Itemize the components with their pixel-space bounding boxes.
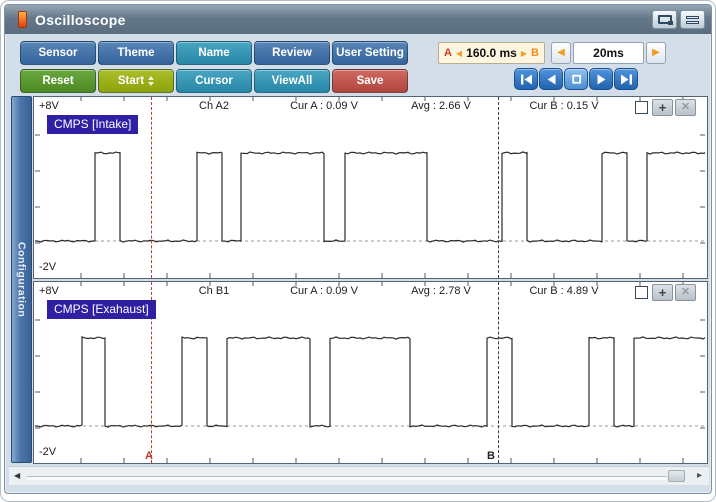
arrow-left-icon: ◀ — [455, 48, 463, 58]
sensor-badge: CMPS [Exahaust] — [47, 300, 156, 319]
cursor-a-readout: Cur A : 0.09 V — [290, 285, 358, 297]
close-channel-button[interactable]: ✕ — [675, 284, 696, 301]
cursor-b-line[interactable] — [498, 282, 499, 463]
title-bar: Oscilloscope — [5, 5, 711, 34]
scrollbar-thumb[interactable] — [668, 470, 685, 482]
sidebar-label: Configuration — [15, 241, 28, 318]
cursor-b-readout: Cur B : 4.89 V — [529, 285, 599, 297]
user-setting-button[interactable]: User Setting — [332, 41, 408, 65]
oscilloscope-window: Oscilloscope Sensor Theme Name Review Us… — [4, 4, 712, 494]
timebase-value: 20ms — [573, 42, 644, 64]
scroll-grip-icon[interactable]: ▸ — [697, 470, 702, 481]
stop-icon — [571, 74, 581, 84]
stop-button[interactable] — [564, 68, 588, 90]
timebase-decrease-button[interactable]: ◀ — [551, 42, 571, 64]
stacked-panels-icon — [686, 15, 699, 24]
vmax-label: +8V — [39, 100, 59, 112]
cursor-a-label: A — [444, 47, 452, 59]
cursor-b-tag: B — [487, 450, 495, 462]
cursor-a-line[interactable] — [151, 97, 152, 278]
channel-visible-checkbox[interactable] — [635, 101, 648, 114]
zoom-in-button[interactable]: + — [652, 284, 673, 301]
average-readout: Avg : 2.66 V — [411, 100, 471, 112]
play-back-icon — [547, 74, 555, 84]
save-button[interactable]: Save — [332, 69, 408, 93]
start-button[interactable]: Start — [98, 69, 174, 93]
cursor-range-display: A ◀ 160.0 ms ▶ B — [438, 42, 545, 64]
skip-end-icon — [620, 74, 632, 84]
review-button[interactable]: Review — [254, 41, 330, 65]
average-readout: Avg : 2.78 V — [411, 285, 471, 297]
cursor-button[interactable]: Cursor — [176, 69, 252, 93]
cursor-b-label: B — [531, 47, 539, 59]
channel-name: Ch A2 — [199, 100, 229, 112]
vmin-label: -2V — [39, 261, 57, 273]
monitor-icon — [657, 15, 673, 25]
arrow-right-icon: ▶ — [520, 48, 528, 58]
skip-start-icon — [520, 74, 532, 84]
name-button[interactable]: Name — [176, 41, 252, 65]
view-all-button[interactable]: ViewAll — [254, 69, 330, 93]
sidebar-configuration[interactable]: Configuration — [11, 96, 32, 463]
cursor-b-line[interactable] — [498, 97, 499, 278]
arrange-window-button[interactable] — [680, 10, 705, 29]
window-title: Oscilloscope — [35, 11, 126, 28]
step-forward-button[interactable] — [589, 68, 613, 90]
app-icon — [18, 11, 27, 28]
cursor-a-tag: A — [145, 450, 153, 462]
start-spinner-icon — [148, 76, 155, 86]
scroll-left-arrow-icon[interactable]: ◀ — [14, 471, 20, 480]
sensor-button[interactable]: Sensor — [20, 41, 96, 65]
close-channel-button[interactable]: ✕ — [675, 99, 696, 116]
cursor-b-readout: Cur B : 0.15 V — [529, 100, 599, 112]
channel-panel-b1: +8V Ch B1 Cur A : 0.09 V Avg : 2.78 V Cu… — [33, 281, 708, 464]
scrollbar-track[interactable] — [27, 476, 667, 480]
channel-name: Ch B1 — [198, 285, 230, 297]
capture-window-button[interactable] — [652, 10, 677, 29]
timebase-increase-button[interactable]: ▶ — [646, 42, 666, 64]
step-back-button[interactable] — [539, 68, 563, 90]
channel-visible-checkbox[interactable] — [635, 286, 648, 299]
vmax-label: +8V — [39, 285, 59, 297]
cursor-a-readout: Cur A : 0.09 V — [290, 100, 358, 112]
range-value: 160.0 ms — [466, 46, 517, 60]
theme-button[interactable]: Theme — [98, 41, 174, 65]
vmin-label: -2V — [39, 446, 57, 458]
zoom-in-button[interactable]: + — [652, 99, 673, 116]
channel-panel-a2: +8V Ch A2 Cur A : 0.09 V Avg : 2.66 V Cu… — [33, 96, 708, 279]
reset-button[interactable]: Reset — [20, 69, 96, 93]
skip-to-end-button[interactable] — [614, 68, 638, 90]
horizontal-scrollbar: ◀ ▸ — [9, 466, 709, 485]
play-forward-icon — [597, 74, 605, 84]
sensor-badge: CMPS [Intake] — [47, 115, 139, 134]
skip-to-start-button[interactable] — [514, 68, 538, 90]
